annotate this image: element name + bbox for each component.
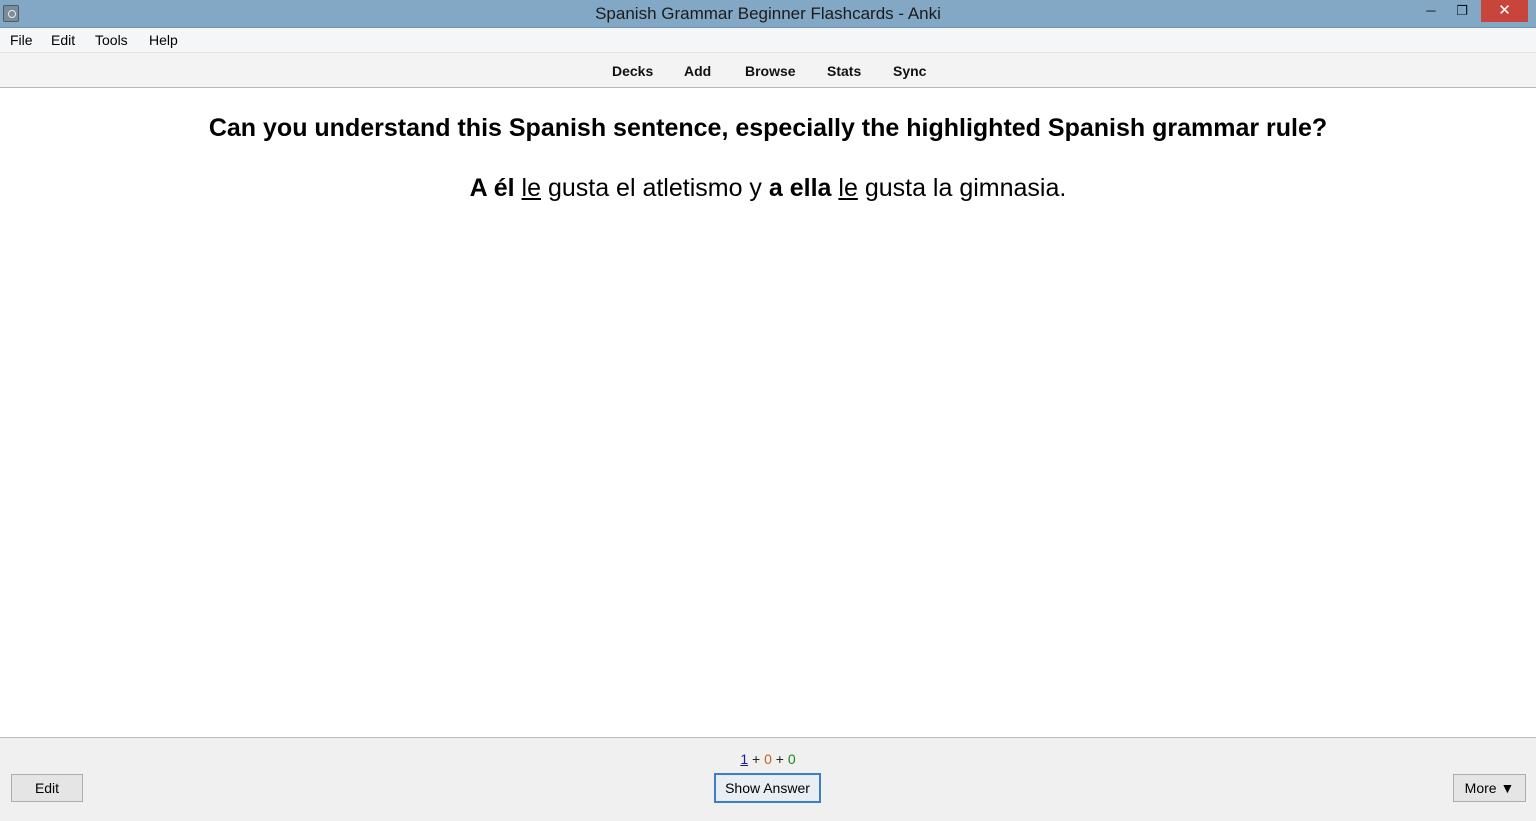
menu-file[interactable]: File: [10, 32, 33, 48]
count-separator: +: [752, 751, 761, 767]
minimize-button[interactable]: ─: [1418, 0, 1444, 22]
menu-bar: File Edit Tools Help: [0, 28, 1536, 52]
more-button[interactable]: More ▼: [1453, 774, 1526, 802]
review-count: 0: [787, 751, 796, 767]
sentence-bold-a-ella: a ella: [768, 174, 832, 202]
new-count: 1: [740, 751, 749, 767]
close-button[interactable]: ✕: [1481, 0, 1528, 22]
sentence-bold-a-el: A él: [469, 174, 515, 202]
menu-edit[interactable]: Edit: [51, 32, 75, 48]
edit-button[interactable]: Edit: [11, 774, 83, 802]
review-bottom-bar: 1 + 0 + 0 Edit Show Answer More ▼: [0, 737, 1536, 821]
toolbar-add-link[interactable]: Add: [684, 63, 711, 79]
toolbar-decks-link[interactable]: Decks: [612, 63, 653, 79]
toolbar-stats-link[interactable]: Stats: [827, 63, 861, 79]
card-question: Can you understand this Spanish sentence…: [208, 114, 1328, 142]
show-answer-button[interactable]: Show Answer: [714, 773, 821, 803]
count-separator: +: [775, 751, 784, 767]
title-bar: Spanish Grammar Beginner Flashcards - An…: [0, 0, 1536, 28]
due-counts: 1 + 0 + 0: [0, 751, 1536, 767]
learning-count: 0: [764, 751, 772, 767]
restore-button[interactable]: ❐: [1449, 0, 1475, 22]
sentence-underline-le-1: le: [521, 174, 541, 202]
sentence-underline-le-2: le: [838, 174, 858, 202]
sentence-text-2: gusta la gimnasia.: [864, 174, 1067, 202]
card-sentence: A él le gusta el atletismo y a ella le g…: [0, 174, 1536, 203]
window-title: Spanish Grammar Beginner Flashcards - An…: [595, 4, 941, 23]
menu-help[interactable]: Help: [149, 32, 178, 48]
toolbar-sync-link[interactable]: Sync: [893, 63, 926, 79]
toolbar-browse-link[interactable]: Browse: [745, 63, 796, 79]
main-toolbar: Decks Add Browse Stats Sync: [0, 52, 1536, 88]
menu-tools[interactable]: Tools: [95, 32, 128, 48]
sentence-text-1: gusta el atletismo y: [547, 174, 762, 202]
